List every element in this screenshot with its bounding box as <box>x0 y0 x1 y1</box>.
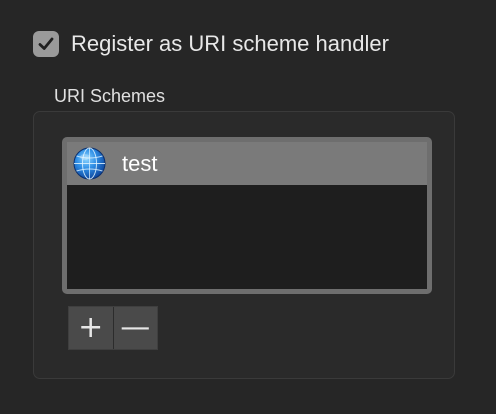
list-add-remove-buttons: + — <box>68 306 158 350</box>
add-scheme-button[interactable]: + <box>69 307 113 349</box>
register-uri-scheme-label: Register as URI scheme handler <box>71 31 389 56</box>
list-item-test[interactable]: test <box>67 142 427 185</box>
remove-scheme-button[interactable]: — <box>112 307 158 349</box>
register-uri-scheme-checkbox[interactable] <box>33 31 59 57</box>
list-item-label: test <box>122 150 158 176</box>
uri-schemes-list-frame: test <box>62 137 432 294</box>
uri-schemes-list[interactable]: test <box>67 142 427 289</box>
register-uri-scheme-checkbox-row[interactable]: Register as URI scheme handler <box>33 31 389 57</box>
checkmark-icon <box>38 37 54 50</box>
uri-schemes-title: URI Schemes <box>54 86 166 106</box>
globe-icon <box>73 147 106 180</box>
